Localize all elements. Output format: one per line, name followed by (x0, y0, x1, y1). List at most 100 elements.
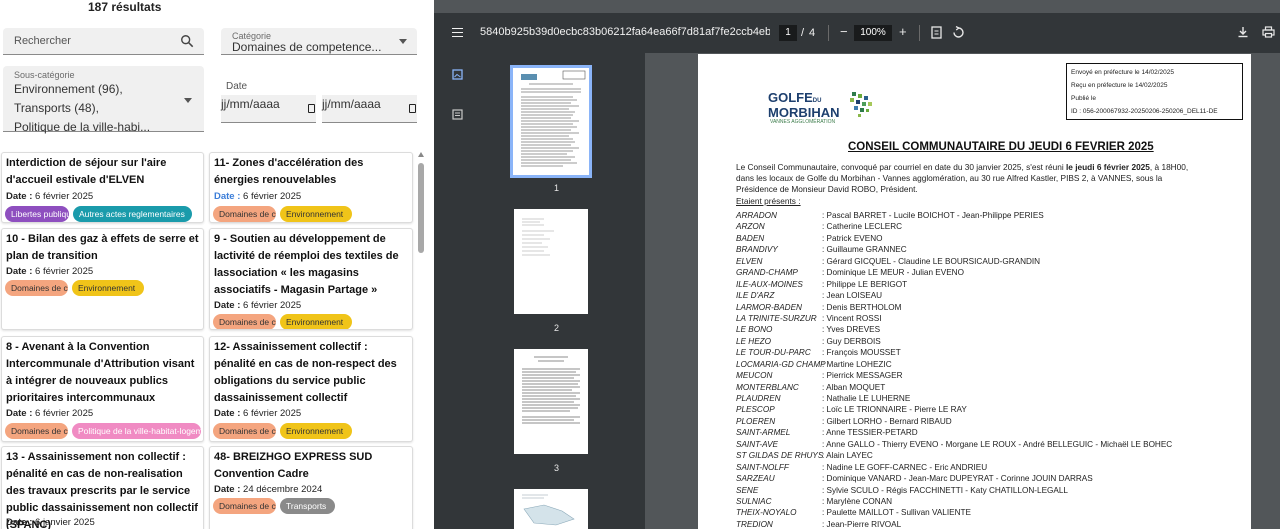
page-number-input[interactable]: 1 (779, 25, 797, 41)
fit-page-icon[interactable] (931, 26, 942, 39)
search-input[interactable]: Rechercher (14, 35, 71, 47)
page-thumbnail-preview (522, 218, 554, 256)
roster-members: : Patrick EVENO (822, 233, 883, 243)
stamp-line: Reçu en préfecture le 14/02/2025 (1071, 82, 1168, 89)
card-date-value: 6 janvier 2025 (35, 517, 95, 528)
roster-commune: LARMOR-BADEN (736, 302, 802, 312)
page-thumbnail[interactable] (514, 349, 588, 454)
toolbar-divider (828, 25, 829, 41)
date-from-input[interactable]: jj/mm/aaaa (221, 95, 316, 123)
minus-icon[interactable]: − (840, 25, 848, 39)
result-card[interactable]: 11- Zones d'accélération des énergies re… (209, 152, 413, 223)
category-select[interactable]: Catégorie Domaines de competence... (221, 28, 417, 55)
tag-environnement[interactable]: Environnement (280, 314, 352, 329)
results-scrollbar[interactable] (416, 152, 426, 529)
date-to-input[interactable]: jj/mm/aaaa (322, 95, 417, 123)
roster-commune: LOCMARIA-GD CHAMP (736, 359, 826, 369)
document-intro: Le Conseil Communautaire, convoqué par c… (736, 162, 1206, 195)
plus-icon[interactable]: + (899, 25, 907, 39)
roster-members: : Dominique LE MEUR - Julian EVENO (822, 268, 964, 278)
card-date: Date : 6 février 2025 (214, 300, 301, 311)
calendar-icon[interactable] (409, 104, 416, 113)
card-date-label: Date : (6, 408, 33, 419)
card-title[interactable]: 10 - Bilan des gaz à effets de serre et … (6, 231, 199, 265)
zoom-input[interactable]: 100% (854, 25, 892, 41)
roster-commune: SULNIAC (736, 496, 772, 506)
roster-commune: SAINT-AVE (736, 439, 779, 449)
card-title[interactable]: 8 - Avenant à la Convention Intercommuna… (6, 339, 199, 407)
search-field[interactable]: Rechercher (3, 28, 204, 55)
roster-commune: THEIX-NOYALO (736, 508, 797, 518)
roster-commune: MONTERBLANC (736, 382, 799, 392)
tag-domaines[interactable]: Domaines de competence (213, 498, 276, 514)
menu-icon[interactable] (452, 28, 463, 37)
tag-domaines[interactable]: Domaines de competence (5, 423, 68, 439)
card-title[interactable]: 48- BREIZHGO EXPRESS SUD Convention Cadr… (214, 449, 408, 483)
card-title[interactable]: 9 - Soutien au développement de lactivit… (214, 231, 408, 299)
subcategory-value: Transports (48), (14, 101, 99, 115)
page-thumbnail-preview (522, 494, 575, 526)
result-card[interactable]: 48- BREIZHGO EXPRESS SUD Convention Cadr… (209, 446, 413, 529)
roster-members: : Alban MOQUET (822, 382, 886, 392)
roster-members: : Guillaume GRANNEC (822, 245, 907, 255)
thumbnails-icon[interactable] (452, 69, 463, 80)
print-icon[interactable] (1262, 26, 1275, 38)
subcategory-value: Politique de la ville-habi... (14, 120, 151, 134)
category-value: Domaines de competence... (232, 40, 382, 54)
calendar-icon[interactable] (308, 104, 315, 113)
roster-commune: ARZON (736, 222, 765, 232)
golfe-du-morbihan-logo: GOLFEDU MORBIHAN VANNES AGGLOMÉRATION (768, 91, 898, 132)
search-results-pane: 187 résultats Rechercher Catégorie Domai… (0, 0, 434, 529)
result-card[interactable]: 8 - Avenant à la Convention Intercommuna… (1, 336, 204, 442)
tag-domaines[interactable]: Domaines de competence (213, 423, 276, 439)
card-title[interactable]: Interdiction de séjour sur l'aire d'accu… (6, 155, 199, 189)
roster-commune: PLESCOP (736, 405, 775, 415)
result-card[interactable]: 13 - Assainissement non collectif : péna… (1, 446, 204, 529)
tag-domaines[interactable]: Domaines de competence (5, 280, 68, 296)
card-title[interactable]: 12- Assainissement collectif : pénalité … (214, 339, 408, 407)
card-date-label: Date : (214, 484, 241, 495)
pdf-viewer: 5840b925b39d0ecbc83b06212fa64ea66f7d81af… (434, 0, 1280, 529)
subcategory-select[interactable]: Sous-catégorie Environnement (96), Trans… (3, 66, 204, 134)
tag-autres-actes[interactable]: Autres actes reglementaires (73, 206, 192, 222)
tag-transports[interactable]: Transports (280, 498, 335, 514)
result-card[interactable]: 10 - Bilan des gaz à effets de serre et … (1, 228, 204, 330)
chevron-down-icon (184, 98, 192, 103)
card-date: Date : 6 février 2025 (214, 408, 301, 419)
result-card[interactable]: Interdiction de séjour sur l'aire d'accu… (1, 152, 204, 223)
roster-members: : Gérard GICQUEL - Claudine LE BOURSICAU… (822, 256, 1041, 266)
chevron-down-icon (399, 39, 407, 44)
roster-members: : Anne TESSIER-PETARD (822, 428, 918, 438)
page-thumbnail[interactable] (514, 489, 588, 529)
result-card[interactable]: 9 - Soutien au développement de lactivit… (209, 228, 413, 330)
tag-environnement[interactable]: Environnement (280, 206, 352, 222)
rotate-icon[interactable] (952, 26, 965, 39)
card-date: Date : 6 février 2025 (214, 191, 301, 202)
tag-domaines[interactable]: Domaines de competence (213, 206, 276, 222)
pdf-toolbar: 5840b925b39d0ecbc83b06212fa64ea66f7d81af… (434, 13, 1280, 53)
tag-environnement[interactable]: Environnement (280, 423, 352, 439)
outline-icon[interactable] (452, 109, 463, 120)
page-thumbnail[interactable] (510, 65, 592, 178)
tag-domaines[interactable]: Domaines de competence (213, 314, 276, 329)
search-icon[interactable] (180, 34, 194, 48)
thumbnail-number: 2 (553, 323, 559, 333)
roster-members: : Guy DERBOIS (822, 336, 881, 346)
tag-libertes-publiques[interactable]: Libertes publiques (5, 206, 69, 222)
roster-members: : Loïc LE TRIONNAIRE - Pierre LE RAY (822, 405, 967, 415)
scroll-thumb[interactable] (418, 163, 424, 253)
roster-commune: LE BONO (736, 325, 773, 335)
roster-commune: ILE-AUX-MOINES (736, 279, 803, 289)
pdf-filename: 5840b925b39d0ecbc83b06212fa64ea66f7d81af… (480, 26, 770, 38)
card-date-value: 6 février 2025 (35, 266, 94, 277)
download-icon[interactable] (1237, 26, 1249, 38)
roster-commune: LE HEZO (736, 336, 772, 346)
scroll-up-icon[interactable] (418, 152, 424, 157)
tag-environnement[interactable]: Environnement (72, 280, 144, 296)
logo-mosaic (850, 92, 872, 117)
tag-politique-ville[interactable]: Politique de la ville-habitat-logement (72, 423, 201, 439)
card-title[interactable]: 11- Zones d'accélération des énergies re… (214, 155, 408, 189)
card-date-value: 6 février 2025 (243, 408, 302, 419)
result-card[interactable]: 12- Assainissement collectif : pénalité … (209, 336, 413, 442)
page-thumbnail[interactable] (514, 209, 588, 314)
